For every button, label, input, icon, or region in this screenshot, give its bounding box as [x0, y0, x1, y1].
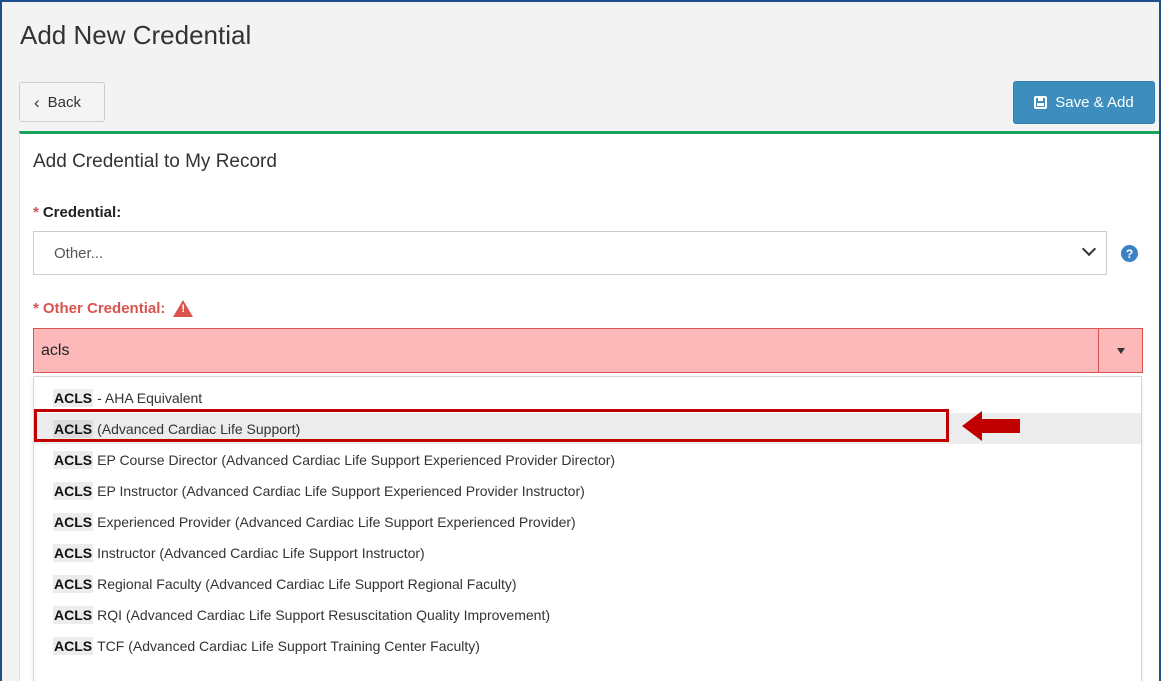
suggestion-option[interactable]: ACLS RQI (Advanced Cardiac Life Support R…	[34, 599, 1141, 630]
save-icon	[1034, 96, 1048, 109]
suggestion-option[interactable]: ACLS EP Course Director (Advanced Cardiac…	[34, 444, 1141, 475]
required-marker: *	[33, 300, 39, 317]
save-button-label: Save & Add	[1055, 94, 1134, 111]
add-credential-panel: Add Credential to My Record * Credential…	[19, 131, 1159, 681]
credential-select[interactable]: Other...	[33, 231, 1107, 275]
annotation-arrow-icon	[962, 411, 1020, 441]
panel-heading: Add Credential to My Record	[33, 151, 277, 172]
chevron-down-icon	[1081, 241, 1097, 257]
suggestion-option[interactable]: ACLS Instructor (Advanced Cardiac Life Su…	[34, 537, 1141, 568]
chevron-left-icon: ‹	[34, 92, 40, 112]
warning-icon: !	[173, 300, 194, 317]
save-and-add-button[interactable]: Save & Add	[1013, 81, 1155, 124]
back-button-label: Back	[47, 93, 82, 111]
suggestion-option[interactable]: ACLS Regional Faculty (Advanced Cardiac L…	[34, 568, 1141, 599]
suggestion-option[interactable]: ACLS EP Instructor (Advanced Cardiac Life…	[34, 475, 1141, 506]
credential-label: * Credential:	[33, 204, 122, 221]
back-button[interactable]: ‹ Back	[19, 82, 105, 122]
suggestion-option[interactable]: ACLS Experienced Provider (Advanced Cardi…	[34, 506, 1141, 537]
other-credential-input[interactable]	[34, 328, 1098, 373]
suggestion-option[interactable]: ACLS TCF (Advanced Cardiac Life Support T…	[34, 630, 1141, 661]
dropdown-toggle-button[interactable]	[1098, 329, 1142, 372]
page-title: Add New Credential	[20, 20, 252, 50]
help-icon[interactable]: ?	[1121, 245, 1138, 262]
caret-down-icon	[1116, 347, 1125, 354]
required-marker: *	[33, 204, 39, 221]
credential-select-value: Other...	[54, 244, 104, 262]
app-frame: Add New Credential ‹ Back Save & Add Add…	[0, 0, 1161, 681]
other-credential-combobox[interactable]	[33, 328, 1143, 373]
other-credential-label: * Other Credential: !	[33, 300, 194, 317]
